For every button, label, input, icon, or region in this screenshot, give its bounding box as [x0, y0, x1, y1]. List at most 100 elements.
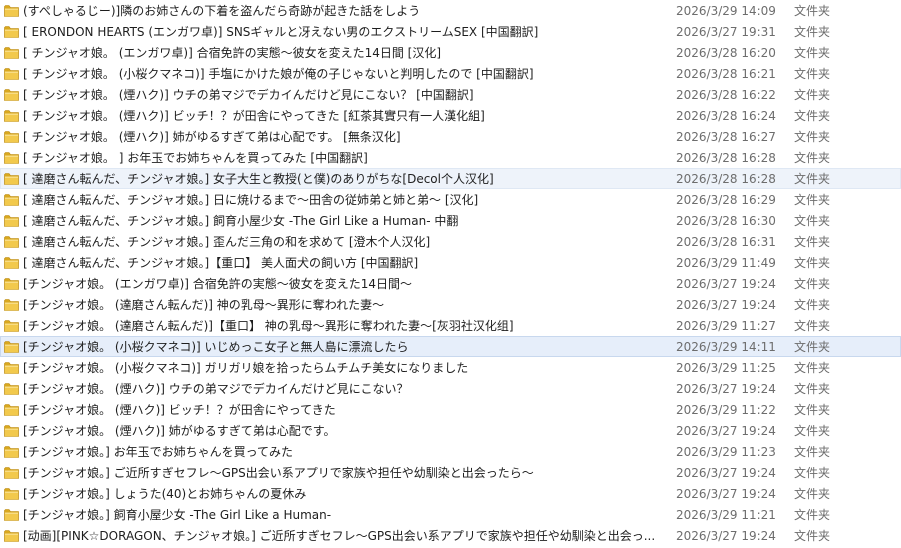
file-type: 文件夹	[794, 361, 831, 375]
modified-date: 2026/3/28 16:27	[676, 130, 776, 144]
file-name: [ チンジャオ娘。 (煙ハク)] ウチの弟マジでデカイんだけど見にこない？ [中…	[23, 88, 474, 102]
file-type: 文件夹	[794, 445, 831, 459]
file-type: 文件夹	[794, 109, 831, 123]
file-name: [チンジャオ娘。 (煙ハク)] ウチの弟マジでデカイんだけど見にこない？	[23, 382, 409, 396]
list-item[interactable]: [チンジャオ娘。] しょうた(40)とお姉ちゃんの夏休み 2026/3/27 1…	[0, 483, 901, 504]
list-item[interactable]: [ ERONDON HEARTS (エンガワ卓)] SNSギャルと冴えない男のエ…	[0, 21, 901, 42]
file-type: 文件夹	[794, 340, 831, 354]
modified-date: 2026/3/29 11:22	[676, 403, 776, 417]
list-item[interactable]: [チンジャオ娘。] お年玉でお姉ちゃんを買ってみた 2026/3/29 11:2…	[0, 441, 901, 462]
folder-icon	[4, 256, 19, 269]
file-name: [ 達磨さん転んだ、チンジャオ娘。]【重口】 美人面犬の飼い方 [中国翻訳]	[23, 256, 419, 270]
folder-icon	[4, 403, 19, 416]
file-type: 文件夹	[794, 466, 831, 480]
file-list: (すぺしゃるじー)]隣のお姉さんの下着を盗んだら奇跡が起きた話をしよう 2026…	[0, 0, 901, 546]
file-type: 文件夹	[794, 256, 831, 270]
list-item[interactable]: [チンジャオ娘。 (煙ハク)] ウチの弟マジでデカイんだけど見にこない？ 202…	[0, 378, 901, 399]
list-item[interactable]: [チンジャオ娘。] ご近所すぎセフレ～GPS出会い系アプリで家族や担任や幼馴染と…	[0, 462, 901, 483]
modified-date: 2026/3/27 19:24	[676, 382, 776, 396]
file-type: 文件夹	[794, 277, 831, 291]
modified-date: 2026/3/28 16:28	[676, 172, 776, 186]
list-item[interactable]: [动画][PINK☆DORAGON、チンジャオ娘。] ご近所すぎセフレ～GPS出…	[0, 525, 901, 546]
modified-date: 2026/3/29 11:49	[676, 256, 776, 270]
modified-date: 2026/3/27 19:24	[676, 487, 776, 501]
modified-date: 2026/3/28 16:20	[676, 46, 776, 60]
file-name: [ 達磨さん転んだ、チンジャオ娘。] 女子大生と教授(と僕)のありがちな[Dec…	[23, 172, 494, 186]
file-name: [チンジャオ娘。] ご近所すぎセフレ～GPS出会い系アプリで家族や担任や幼馴染と…	[23, 466, 534, 480]
folder-icon	[4, 46, 19, 59]
list-item[interactable]: [チンジャオ娘。 (エンガワ卓)] 合宿免許の実態～彼女を変えた14日間～ 20…	[0, 273, 901, 294]
file-type: 文件夹	[794, 88, 831, 102]
list-item[interactable]: [チンジャオ娘。] 飼育小屋少女 -The Girl Like a Human-…	[0, 504, 901, 525]
list-item[interactable]: [ チンジャオ娘。 (エンガワ卓)] 合宿免許の実態～彼女を変えた14日間 [汉…	[0, 42, 901, 63]
file-type: 文件夹	[794, 235, 831, 249]
list-item[interactable]: [ 達磨さん転んだ、チンジャオ娘。] 女子大生と教授(と僕)のありがちな[Dec…	[0, 168, 901, 189]
modified-date: 2026/3/27 19:24	[676, 424, 776, 438]
modified-date: 2026/3/27 19:24	[676, 298, 776, 312]
folder-icon	[4, 424, 19, 437]
modified-date: 2026/3/28 16:29	[676, 193, 776, 207]
folder-icon	[4, 277, 19, 290]
folder-icon	[4, 151, 19, 164]
file-type: 文件夹	[794, 529, 831, 543]
file-name: [チンジャオ娘。 (小桜クマネコ)] いじめっこ女子と無人島に漂流したら	[23, 340, 409, 354]
file-name: [チンジャオ娘。 (達磨さん転んだ)]【重口】 神の乳母～異形に奪われた妻～[灰…	[23, 319, 514, 333]
folder-icon	[4, 382, 19, 395]
file-type: 文件夹	[794, 193, 831, 207]
file-name: [动画][PINK☆DORAGON、チンジャオ娘。] ご近所すぎセフレ～GPS出…	[23, 529, 656, 543]
modified-date: 2026/3/28 16:28	[676, 151, 776, 165]
list-item[interactable]: [ 達磨さん転んだ、チンジャオ娘。]【重口】 美人面犬の飼い方 [中国翻訳] 2…	[0, 252, 901, 273]
list-item[interactable]: [チンジャオ娘。 (煙ハク)] 姉がゆるすぎて弟は心配です。 2026/3/27…	[0, 420, 901, 441]
file-name: [チンジャオ娘。] しょうた(40)とお姉ちゃんの夏休み	[23, 487, 307, 501]
list-item[interactable]: [ 達磨さん転んだ、チンジャオ娘。] 飼育小屋少女 -The Girl Like…	[0, 210, 901, 231]
file-name: [ 達磨さん転んだ、チンジャオ娘。] 日に焼けるまで～田舎の従姉弟と姉と弟～ […	[23, 193, 479, 207]
folder-icon	[4, 130, 19, 143]
file-type: 文件夹	[794, 403, 831, 417]
file-type: 文件夹	[794, 4, 831, 18]
list-item[interactable]: [チンジャオ娘。 (達磨さん転んだ)] 神の乳母～異形に奪われた妻～ 2026/…	[0, 294, 901, 315]
folder-icon	[4, 4, 19, 17]
modified-date: 2026/3/29 11:25	[676, 361, 776, 375]
modified-date: 2026/3/27 19:31	[676, 25, 776, 39]
file-type: 文件夹	[794, 46, 831, 60]
folder-icon	[4, 529, 19, 542]
file-type: 文件夹	[794, 172, 831, 186]
folder-icon	[4, 487, 19, 500]
list-item[interactable]: [ チンジャオ娘。 (煙ハク)] ビッチ！？が田舎にやってきた [紅茶其實只有一…	[0, 105, 901, 126]
folder-icon	[4, 319, 19, 332]
file-name: (すぺしゃるじー)]隣のお姉さんの下着を盗んだら奇跡が起きた話をしよう	[23, 4, 421, 18]
file-name: [チンジャオ娘。 (小桜クマネコ)] ガリガリ娘を拾ったらムチムチ美女になりまし…	[23, 361, 469, 375]
folder-icon	[4, 172, 19, 185]
file-name: [ チンジャオ娘。 (エンガワ卓)] 合宿免許の実態～彼女を変えた14日間 [汉…	[23, 46, 442, 60]
modified-date: 2026/3/28 16:24	[676, 109, 776, 123]
list-item[interactable]: [ チンジャオ娘。 (小桜クマネコ)] 手塩にかけた娘が俺の子じゃないと判明した…	[0, 63, 901, 84]
modified-date: 2026/3/27 19:24	[676, 277, 776, 291]
list-item[interactable]: [チンジャオ娘。 (煙ハク)] ビッチ！？が田舎にやってきた 2026/3/29…	[0, 399, 901, 420]
folder-icon	[4, 214, 19, 227]
list-item[interactable]: [ 達磨さん転んだ、チンジャオ娘。] 日に焼けるまで～田舎の従姉弟と姉と弟～ […	[0, 189, 901, 210]
list-item[interactable]: [ チンジャオ娘。 (煙ハク)] ウチの弟マジでデカイんだけど見にこない？ [中…	[0, 84, 901, 105]
file-name: [ チンジャオ娘。 (煙ハク)] ビッチ！？が田舎にやってきた [紅茶其實只有一…	[23, 109, 485, 123]
file-name: [チンジャオ娘。 (煙ハク)] 姉がゆるすぎて弟は心配です。	[23, 424, 336, 438]
list-item[interactable]: (すぺしゃるじー)]隣のお姉さんの下着を盗んだら奇跡が起きた話をしよう 2026…	[0, 0, 901, 21]
modified-date: 2026/3/29 14:09	[676, 4, 776, 18]
modified-date: 2026/3/27 19:24	[676, 529, 776, 543]
folder-icon	[4, 361, 19, 374]
folder-icon	[4, 340, 19, 353]
file-type: 文件夹	[794, 424, 831, 438]
file-name: [チンジャオ娘。 (煙ハク)] ビッチ！？が田舎にやってきた	[23, 403, 336, 417]
modified-date: 2026/3/29 11:27	[676, 319, 776, 333]
list-item[interactable]: [ 達磨さん転んだ、チンジャオ娘。] 歪んだ三角の和を求めて [澄木个人汉化] …	[0, 231, 901, 252]
file-type: 文件夹	[794, 151, 831, 165]
list-item[interactable]: [チンジャオ娘。 (小桜クマネコ)] ガリガリ娘を拾ったらムチムチ美女になりまし…	[0, 357, 901, 378]
list-item[interactable]: [チンジャオ娘。 (達磨さん転んだ)]【重口】 神の乳母～異形に奪われた妻～[灰…	[0, 315, 901, 336]
file-type: 文件夹	[794, 25, 831, 39]
modified-date: 2026/3/28 16:31	[676, 235, 776, 249]
file-name: [ チンジャオ娘。 (小桜クマネコ)] 手塩にかけた娘が俺の子じゃないと判明した…	[23, 67, 534, 81]
folder-icon	[4, 109, 19, 122]
list-item[interactable]: [ チンジャオ娘。 ] お年玉でお姉ちゃんを買ってみた [中国翻訳] 2026/…	[0, 147, 901, 168]
list-item[interactable]: [チンジャオ娘。 (小桜クマネコ)] いじめっこ女子と無人島に漂流したら 202…	[0, 336, 901, 357]
list-item[interactable]: [ チンジャオ娘。 (煙ハク)] 姉がゆるすぎて弟は心配です。 [無条汉化] 2…	[0, 126, 901, 147]
folder-icon	[4, 235, 19, 248]
modified-date: 2026/3/29 11:21	[676, 508, 776, 522]
